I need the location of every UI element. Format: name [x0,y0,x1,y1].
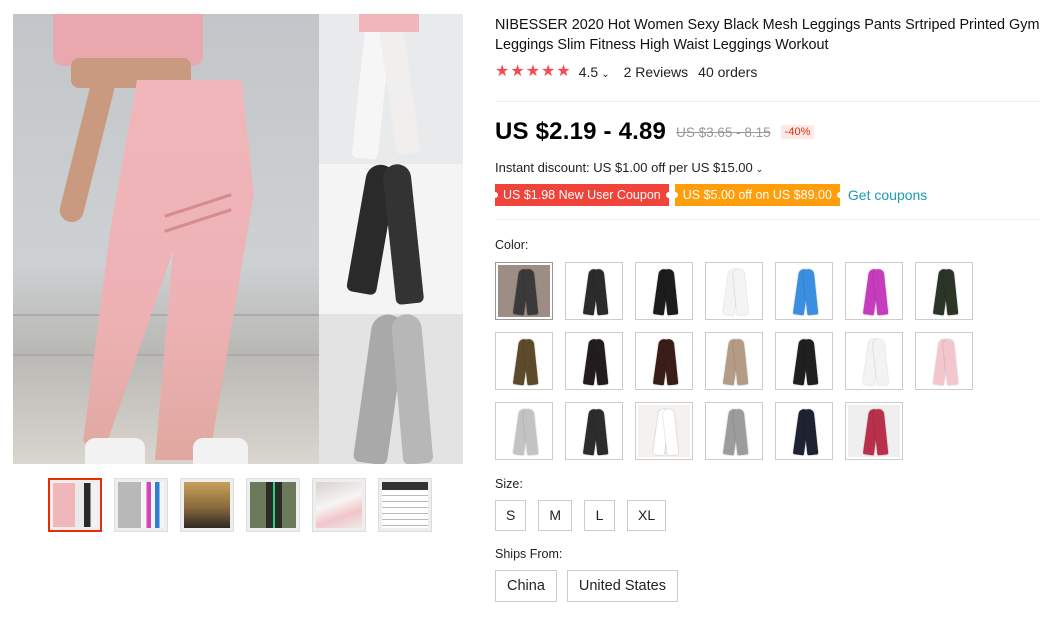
instant-discount-text: Instant discount: US $1.00 off per US $1… [495,160,753,175]
size-option-m[interactable]: M [538,500,573,531]
size-options: S M L XL [495,500,667,531]
star-rating: ★ ★ ★ ★ ★ [495,63,571,81]
current-price: US $2.19 - 4.89 [495,118,667,145]
color-swatch-7[interactable] [915,262,973,320]
color-swatch-17[interactable] [635,402,693,460]
thumbnail-1[interactable] [48,478,102,532]
color-swatch-16[interactable] [565,402,623,460]
color-swatch-15[interactable] [495,402,553,460]
instant-discount-dropdown[interactable]: Instant discount: US $1.00 off per US $1… [495,160,763,175]
pink-leggings [83,80,254,460]
coupon-row: US $1.98 New User Coupon US $5.00 off on… [492,184,927,206]
chevron-down-icon: ⌄ [601,69,610,80]
divider [495,101,1040,102]
orders-count: 40 orders [698,64,758,80]
ships-from-china[interactable]: China [495,570,557,602]
thumbnail-4[interactable] [246,478,300,532]
store-coupon[interactable]: US $5.00 off on US $89.00 [671,184,844,206]
rating-dropdown[interactable]: 4.5 ⌄ [579,64,610,80]
color-swatch-6[interactable] [845,262,903,320]
size-option-xl[interactable]: XL [627,500,667,531]
new-user-coupon[interactable]: US $1.98 New User Coupon [492,184,672,206]
discount-badge: -40% [780,125,815,139]
thumbnail-2[interactable] [114,478,168,532]
rating-row: ★ ★ ★ ★ ★ 4.5 ⌄ 2 Reviews 40 orders [495,63,757,81]
color-swatch-11[interactable] [705,332,763,390]
rating-value: 4.5 [578,64,599,80]
color-swatch-9[interactable] [565,332,623,390]
price-row: US $2.19 - 4.89 US $3.65 - 8.15 -40% [495,118,815,146]
color-swatch-10[interactable] [635,332,693,390]
reviews-link[interactable]: 2 Reviews [624,64,689,80]
color-swatch-4[interactable] [705,262,763,320]
star-icon: ★ [541,63,556,80]
thumbnail-image [53,483,97,527]
chevron-down-icon: ⌄ [755,164,764,174]
main-product-image[interactable] [13,14,463,464]
star-icon: ★ [495,63,510,80]
ships-from-united-states[interactable]: United States [566,570,678,602]
black-leg [381,164,425,306]
thumbnail-image [118,482,164,528]
original-price: US $3.65 - 8.15 [676,124,771,140]
product-title: NIBESSER 2020 Hot Women Sexy Black Mesh … [495,17,1040,53]
grey-leg [390,314,434,464]
color-label: Color: [495,238,529,252]
color-swatch-14[interactable] [915,332,973,390]
color-swatch-18[interactable] [705,402,763,460]
thumbnail-6-size-chart[interactable] [378,478,432,532]
color-swatch-19[interactable] [775,402,833,460]
main-photo-pink-leggings [13,14,319,464]
side-photo-black-leggings [319,164,463,314]
thumbnail-3[interactable] [180,478,234,532]
side-photo-grey-leggings [319,314,463,464]
color-swatch-13[interactable] [845,332,903,390]
star-icon: ★ [510,63,525,80]
color-swatch-5[interactable] [775,262,833,320]
color-swatch-3[interactable] [635,262,693,320]
ships-from-label: Ships From: [495,547,563,561]
thumbnail-image [250,482,296,528]
wall-line [13,314,319,316]
size-chart-image [382,482,428,528]
color-swatch-1[interactable] [495,262,553,320]
side-photo-white-leggings [319,14,463,164]
thumbnail-strip [48,478,432,532]
thumbnail-image [184,482,230,528]
size-option-s[interactable]: S [495,500,527,531]
pink-top [359,14,419,32]
white-sneaker [85,438,145,464]
color-swatch-8[interactable] [495,332,553,390]
white-sneaker [193,438,248,464]
model-arm [57,73,117,225]
color-swatch-2[interactable] [565,262,623,320]
color-swatch-12[interactable] [775,332,833,390]
divider [495,219,1040,220]
star-icon: ★ [525,63,541,80]
color-swatch-20[interactable] [845,402,903,460]
size-label: Size: [495,477,523,491]
ships-from-options: China United States [495,570,678,602]
thumbnail-5[interactable] [312,478,366,532]
get-coupons-link[interactable]: Get coupons [848,187,927,203]
star-icon: ★ [556,63,571,80]
thumbnail-image [316,482,362,528]
size-option-l[interactable]: L [584,500,616,531]
color-swatch-grid [495,262,985,460]
